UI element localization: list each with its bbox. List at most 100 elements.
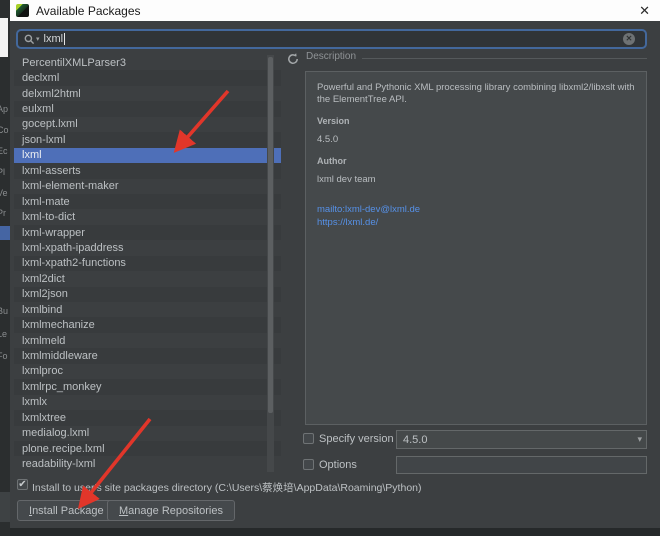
background-app-sliver: Pl [0,167,10,177]
package-name: declxml [22,72,59,84]
package-row[interactable]: lxml2dict [14,271,281,286]
background-app-sliver: Ec [0,146,10,156]
background-app-strip: ApCoEcPlVePrBuLeFo [0,0,10,536]
description-panel: Powerful and Pythonic XML processing lib… [305,71,647,425]
install-user-checkbox[interactable]: ✔ [17,479,28,490]
search-options-chevron-icon[interactable]: ▾ [36,35,40,43]
package-row[interactable]: plone.recipe.lxml [14,441,281,456]
background-app-sliver: Co [0,125,10,135]
package-row[interactable]: lxml-xpath-ipaddress [14,240,281,255]
search-input[interactable]: ▾ lxml ✕ [16,29,647,49]
specify-version-checkbox[interactable] [303,433,314,444]
package-row[interactable]: declxml [14,70,281,85]
package-name: lxml-xpath2-functions [22,257,126,269]
package-row[interactable]: lxmlx [14,395,281,410]
package-row[interactable]: medialog.lxml [14,426,281,441]
search-query-text: lxml [44,33,64,45]
package-name: lxml-asserts [22,165,81,177]
package-row[interactable]: lxmlmiddleware [14,348,281,363]
background-app-sliver: Bu [0,306,10,316]
manage-repositories-button[interactable]: Manage Repositories [107,500,235,521]
background-bottom-gap [10,528,660,536]
text-caret [64,33,65,45]
background-selection-sliver [0,226,10,240]
scrollbar-thumb[interactable] [268,57,273,413]
package-row[interactable]: delxml2html [14,86,281,101]
package-row[interactable]: lxmlxtree [14,410,281,425]
version-combobox[interactable]: 4.5.0 ▾ [396,430,647,449]
mailto-link[interactable]: mailto:lxml-dev@lxml.de [317,204,635,216]
package-row[interactable]: lxml-to-dict [14,209,281,224]
version-value: 4.5.0 [317,134,635,146]
package-row[interactable]: lxml-mate [14,194,281,209]
options-checkbox[interactable] [303,459,314,470]
package-row[interactable]: lxml-asserts [14,163,281,178]
background-app-sliver: Fo [0,351,10,361]
description-group-title: Description [306,51,361,62]
package-row[interactable]: lxmlbind [14,302,281,317]
options-input[interactable] [396,456,647,474]
description-group-border [362,58,647,59]
package-row[interactable]: lxml-xpath2-functions [14,256,281,271]
package-name: gocept.lxml [22,118,78,130]
close-icon[interactable]: ✕ [639,0,650,21]
package-name: lxml-wrapper [22,227,85,239]
package-name: lxmlxtree [22,412,66,424]
package-name: lxmlmiddleware [22,350,98,362]
install-user-label: Install to user's site packages director… [32,480,422,495]
package-name: lxmlbind [22,304,62,316]
background-light-block [0,492,10,522]
package-row[interactable]: lxml2json [14,287,281,302]
package-name: lxmlx [22,396,47,408]
package-name: plone.recipe.lxml [22,443,105,455]
version-combobox-value: 4.5.0 [403,434,427,446]
package-name: lxmlmeld [22,335,65,347]
background-white-panel [0,18,8,57]
package-list-scrollbar[interactable] [267,55,274,472]
package-row[interactable]: lxml [14,148,281,163]
dialog-titlebar[interactable]: Available Packages ✕ [10,0,660,21]
package-name: PercentilXMLParser3 [22,57,126,69]
package-row[interactable]: lxmlrpc_monkey [14,379,281,394]
package-name: lxml-element-maker [22,180,119,192]
options-label: Options [319,459,357,471]
package-name: lxmlrpc_monkey [22,381,101,393]
package-row[interactable]: gocept.lxml [14,117,281,132]
package-name: medialog.lxml [22,427,89,439]
author-value: lxml dev team [317,174,635,186]
available-packages-dialog: Available Packages ✕ ▾ lxml ✕ PercentilX… [10,0,660,528]
package-row[interactable]: lxmlmechanize [14,317,281,332]
package-row[interactable]: PercentilXMLParser3 [14,55,281,70]
package-list[interactable]: PercentilXMLParser3 declxml delxml2html eul… [14,55,281,472]
package-name: json-lxml [22,134,65,146]
package-name: lxml2json [22,288,68,300]
background-app-sliver: Ve [0,188,10,198]
version-label: Version [317,116,635,127]
package-name: lxml-xpath-ipaddress [22,242,123,254]
specify-version-label: Specify version [319,433,394,445]
package-row[interactable]: lxmlmeld [14,333,281,348]
homepage-link[interactable]: https://lxml.de/ [317,217,635,229]
package-name: readability-lxml [22,458,95,470]
package-name: eulxml [22,103,54,115]
clear-search-icon[interactable]: ✕ [623,33,635,45]
screenshot-stage: ApCoEcPlVePrBuLeFo Available Packages ✕ … [0,0,660,536]
background-app-sliver: Ap [0,104,10,114]
package-row[interactable]: json-lxml [14,132,281,147]
package-row[interactable]: lxml-element-maker [14,179,281,194]
package-row[interactable]: lxml-wrapper [14,225,281,240]
package-name: lxml2dict [22,273,65,285]
package-name: lxml [22,149,42,161]
package-name: lxml-to-dict [22,211,75,223]
combobox-dropdown-icon[interactable]: ▾ [637,434,642,445]
package-name: delxml2html [22,88,81,100]
package-name: lxmlmechanize [22,319,95,331]
package-row[interactable]: eulxml [14,101,281,116]
install-package-button[interactable]: Install Package [17,500,116,521]
package-row[interactable]: readability-lxml [14,456,281,471]
search-icon[interactable]: ▾ [24,34,40,45]
refresh-icon[interactable] [286,52,301,67]
package-row[interactable]: lxmlproc [14,364,281,379]
dialog-content: ▾ lxml ✕ PercentilXMLParser3 declxml delxm… [10,21,660,528]
package-name: lxmlproc [22,365,63,377]
